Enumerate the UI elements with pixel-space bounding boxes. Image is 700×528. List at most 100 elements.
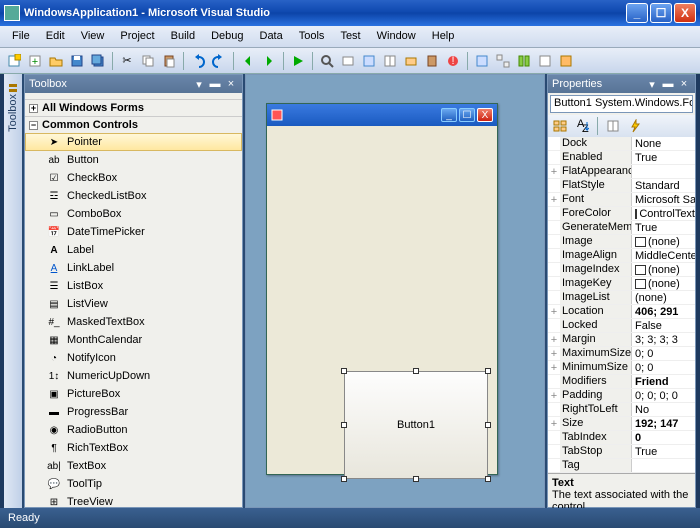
size-handle[interactable] xyxy=(413,368,419,374)
menu-help[interactable]: Help xyxy=(424,26,463,47)
property-row[interactable]: TabStopTrue xyxy=(548,445,695,459)
toolbox-button[interactable] xyxy=(422,51,442,71)
menu-test[interactable]: Test xyxy=(332,26,368,47)
open-button[interactable] xyxy=(46,51,66,71)
property-value[interactable]: (none) xyxy=(632,235,695,248)
toolbox-item-maskedtextbox[interactable]: #_MaskedTextBox xyxy=(25,313,242,331)
property-row[interactable]: ForeColorControlText xyxy=(548,207,695,221)
property-value[interactable]: 0 xyxy=(632,431,695,444)
copy-button[interactable] xyxy=(138,51,158,71)
nav-back-button[interactable] xyxy=(238,51,258,71)
property-row[interactable]: ModifiersFriend xyxy=(548,375,695,389)
property-row[interactable]: +FlatAppearance xyxy=(548,165,695,179)
property-value[interactable]: 0; 0; 0; 0 xyxy=(632,389,695,402)
property-value[interactable]: 0; 0 xyxy=(632,361,695,374)
menu-window[interactable]: Window xyxy=(369,26,424,47)
property-value[interactable]: (none) xyxy=(632,291,695,304)
code-button[interactable] xyxy=(556,51,576,71)
expand-icon[interactable]: − xyxy=(29,121,38,130)
property-row[interactable]: ImageAlignMiddleCenter xyxy=(548,249,695,263)
property-value[interactable]: True xyxy=(632,445,695,458)
toolbox-close-icon[interactable]: × xyxy=(224,77,238,91)
toolbox-item-listbox[interactable]: ☰ListBox xyxy=(25,277,242,295)
toolbox-item-textbox[interactable]: ab|TextBox xyxy=(25,457,242,475)
expand-icon[interactable]: + xyxy=(548,165,560,178)
expand-icon[interactable]: + xyxy=(548,193,560,206)
expand-icon[interactable]: + xyxy=(548,389,560,402)
property-value[interactable]: 406; 291 xyxy=(632,305,695,318)
property-row[interactable]: EnabledTrue xyxy=(548,151,695,165)
solution-config-button[interactable] xyxy=(338,51,358,71)
categorized-button[interactable] xyxy=(550,117,570,135)
property-row[interactable]: +MaximumSize0; 0 xyxy=(548,347,695,361)
property-row[interactable]: LockedFalse xyxy=(548,319,695,333)
menu-debug[interactable]: Debug xyxy=(203,26,251,47)
expand-icon[interactable]: + xyxy=(548,347,560,360)
toolbox-item-datetimepicker[interactable]: 📅DateTimePicker xyxy=(25,223,242,241)
form-designer[interactable]: _ ☐ X Button1 xyxy=(245,74,545,508)
size-handle[interactable] xyxy=(341,368,347,374)
toolbox-item-progressbar[interactable]: ▬ProgressBar xyxy=(25,403,242,421)
size-handle[interactable] xyxy=(341,422,347,428)
form-maximize-icon[interactable]: ☐ xyxy=(459,108,475,122)
property-row[interactable]: GenerateMembeTrue xyxy=(548,221,695,235)
toolbox-body[interactable]: +All Windows Forms−Common Controls➤Point… xyxy=(25,93,242,507)
expand-icon[interactable]: + xyxy=(548,417,560,430)
property-value[interactable]: 192; 147 xyxy=(632,417,695,430)
property-row[interactable]: +Margin3; 3; 3; 3 xyxy=(548,333,695,347)
tab-order-button[interactable] xyxy=(493,51,513,71)
menu-build[interactable]: Build xyxy=(163,26,203,47)
toolbox-pin-icon[interactable]: ▬ xyxy=(208,77,222,91)
properties-button[interactable] xyxy=(603,117,623,135)
properties-close-icon[interactable]: × xyxy=(677,77,691,91)
property-value[interactable]: 0; 0 xyxy=(632,347,695,360)
property-value[interactable]: ControlText xyxy=(632,207,695,220)
property-row[interactable]: +FontMicrosoft Sans Se xyxy=(548,193,695,207)
error-list-button[interactable]: ! xyxy=(443,51,463,71)
property-value[interactable]: True xyxy=(632,151,695,164)
maximize-button[interactable]: ☐ xyxy=(650,3,672,23)
document-outline-button[interactable] xyxy=(535,51,555,71)
property-value[interactable]: (none) xyxy=(632,263,695,276)
class-view-button[interactable] xyxy=(472,51,492,71)
alphabetical-button[interactable]: AZ xyxy=(572,117,592,135)
toolbox-item-numericupdown[interactable]: 1↕NumericUpDown xyxy=(25,367,242,385)
property-row[interactable]: ImageList(none) xyxy=(548,291,695,305)
property-row[interactable]: +MinimumSize0; 0 xyxy=(548,361,695,375)
property-value[interactable]: Standard xyxy=(632,179,695,192)
toolbox-item-monthcalendar[interactable]: ▦MonthCalendar xyxy=(25,331,242,349)
toolbox-group[interactable]: +All Windows Forms xyxy=(25,99,242,116)
start-debug-button[interactable] xyxy=(288,51,308,71)
toolbox-item-checkedlistbox[interactable]: ☲CheckedListBox xyxy=(25,187,242,205)
menu-edit[interactable]: Edit xyxy=(38,26,73,47)
properties-object-combo[interactable]: Button1 System.Windows.Forms.But xyxy=(550,95,693,113)
toolbox-menu-icon[interactable]: ▾ xyxy=(192,77,206,91)
property-value[interactable] xyxy=(632,459,695,472)
layout-button[interactable] xyxy=(514,51,534,71)
menu-view[interactable]: View xyxy=(73,26,113,47)
close-button[interactable]: X xyxy=(674,3,696,23)
property-value[interactable] xyxy=(632,165,695,178)
toolbox-item-button[interactable]: abButton xyxy=(25,151,242,169)
menu-tools[interactable]: Tools xyxy=(291,26,333,47)
toolbox-item-radiobutton[interactable]: ◉RadioButton xyxy=(25,421,242,439)
redo-button[interactable] xyxy=(209,51,229,71)
property-row[interactable]: Image(none) xyxy=(548,235,695,249)
cut-button[interactable]: ✂ xyxy=(117,51,137,71)
expand-icon[interactable]: + xyxy=(548,305,560,318)
properties-window-button[interactable] xyxy=(380,51,400,71)
toolbox-item-listview[interactable]: ▤ListView xyxy=(25,295,242,313)
form-close-icon[interactable]: X xyxy=(477,108,493,122)
expand-icon[interactable]: + xyxy=(29,104,38,113)
nav-forward-button[interactable] xyxy=(259,51,279,71)
property-row[interactable]: Tag xyxy=(548,459,695,473)
property-value[interactable]: MiddleCenter xyxy=(632,249,695,262)
designer-button-control[interactable]: Button1 xyxy=(344,371,488,479)
property-row[interactable]: +Padding0; 0; 0; 0 xyxy=(548,389,695,403)
property-row[interactable]: ImageKey(none) xyxy=(548,277,695,291)
paste-button[interactable] xyxy=(159,51,179,71)
menu-file[interactable]: File xyxy=(4,26,38,47)
menu-project[interactable]: Project xyxy=(112,26,162,47)
property-row[interactable]: TabIndex0 xyxy=(548,431,695,445)
minimize-button[interactable]: _ xyxy=(626,3,648,23)
